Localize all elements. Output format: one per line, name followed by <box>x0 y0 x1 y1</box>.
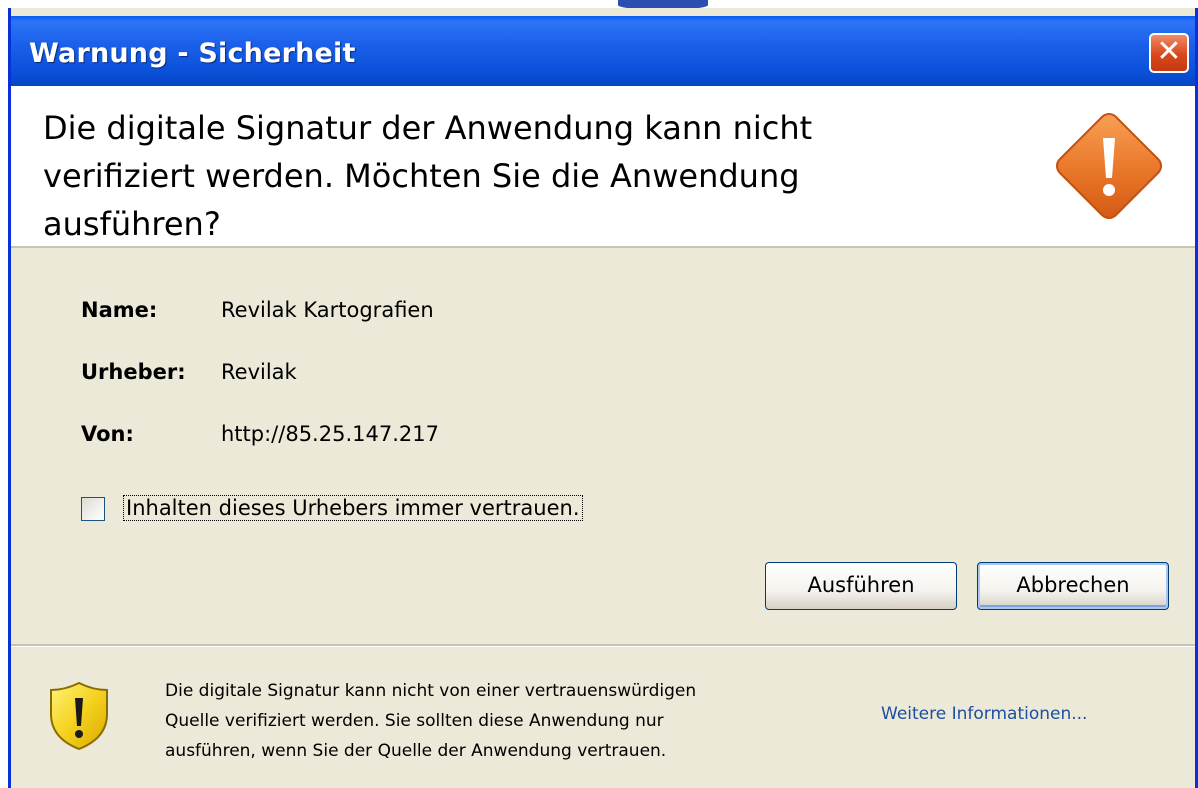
warning-message-line: verifiziert werden. Möchten Sie die Anwe… <box>43 157 800 195</box>
window-title: Warnung - Sicherheit <box>29 38 356 69</box>
cancel-button[interactable]: Abbrechen <box>977 562 1169 610</box>
security-warning-dialog: Warnung - Sicherheit ✕ Die digitale Sign… <box>8 8 1198 788</box>
warning-message-line: Die digitale Signatur der Anwendung kann… <box>43 109 813 147</box>
warning-message-line: ausführen? <box>43 205 221 243</box>
close-button[interactable]: ✕ <box>1149 33 1189 73</box>
run-button[interactable]: Ausführen <box>765 562 957 610</box>
trust-publisher-label[interactable]: Inhalten dieses Urhebers immer vertrauen… <box>123 495 583 521</box>
footer-message-line: Quelle verifiziert werden. Sie sollten d… <box>165 711 664 731</box>
name-value: Revilak Kartografien <box>221 298 434 322</box>
footer-message: Die digitale Signatur kann nicht von ein… <box>165 676 855 766</box>
from-value: http://85.25.147.217 <box>221 422 439 446</box>
header-panel: Die digitale Signatur der Anwendung kann… <box>11 86 1195 248</box>
publisher-value: Revilak <box>221 360 297 384</box>
publisher-label: Urheber: <box>81 360 186 384</box>
trust-publisher-checkbox[interactable] <box>81 497 105 521</box>
from-label: Von: <box>81 422 134 446</box>
name-label: Name: <box>81 298 158 322</box>
footer-message-line: Die digitale Signatur kann nicht von ein… <box>165 681 697 701</box>
more-info-link[interactable]: Weitere Informationen... <box>881 704 1087 724</box>
footer-divider <box>11 644 1195 647</box>
warning-diamond-icon <box>1055 112 1163 220</box>
title-bar[interactable]: Warnung - Sicherheit ✕ <box>11 16 1195 86</box>
footer-message-line: ausführen, wenn Sie der Quelle der Anwen… <box>165 741 667 761</box>
shield-warning-icon <box>50 681 108 751</box>
warning-message: Die digitale Signatur der Anwendung kann… <box>43 104 943 248</box>
